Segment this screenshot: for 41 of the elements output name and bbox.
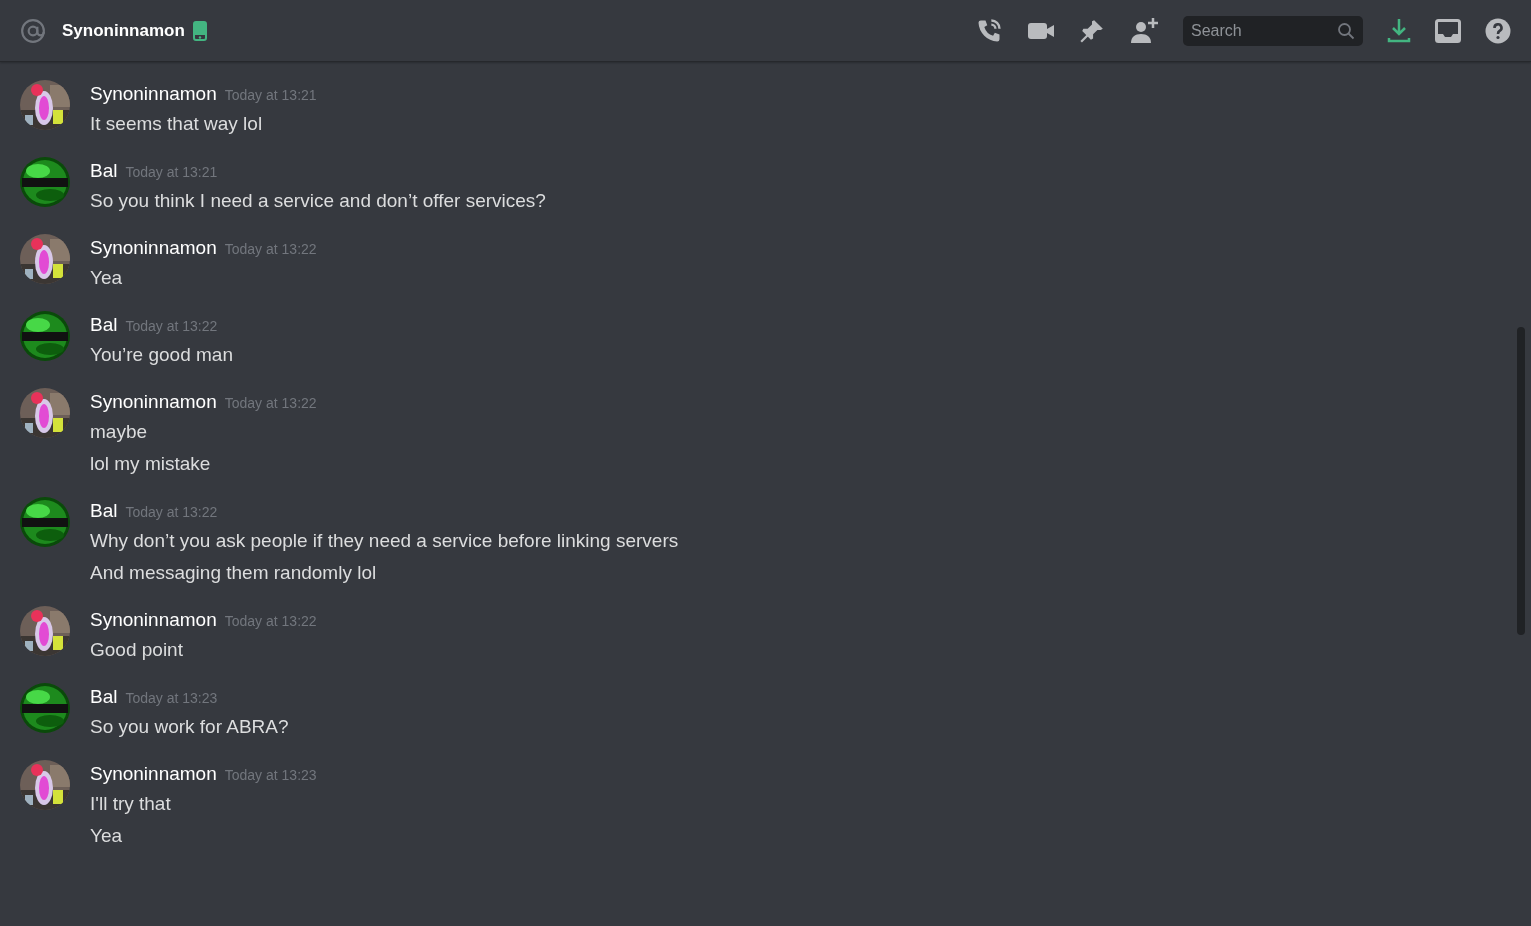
username[interactable]: Bal [90,157,118,185]
pin-button[interactable] [1079,17,1105,44]
search-icon [1337,21,1355,40]
username[interactable]: Synoninnamon [90,234,217,262]
username[interactable]: Bal [90,683,118,711]
message-text: Good point [90,638,184,662]
search-field[interactable]: Search [1183,15,1363,46]
timestamp: Today at 13:22 [224,240,317,259]
message-text: And messaging them randomly lol [90,561,378,585]
message-text: So you think I need a service and don’t offer services? [90,189,546,213]
help-button[interactable] [1485,17,1511,44]
download-button[interactable] [1387,17,1411,44]
scrollbar-thumb[interactable] [1517,327,1525,635]
message-text: Why don’t you ask people if they need a service before linking servers [90,529,679,553]
message-text: So you work for ABRA? [90,715,289,739]
username[interactable]: Synoninnamon [90,80,217,108]
timestamp: Today at 13:21 [125,163,218,182]
username[interactable]: Synoninnamon [90,606,217,634]
message-text: Yea [90,824,124,848]
inbox-button[interactable] [1435,18,1461,43]
timestamp: Today at 13:23 [224,766,317,785]
timestamp: Today at 13:22 [125,503,218,522]
at-sign-icon [20,17,46,44]
conversation-title: Synoninnamon [62,19,185,42]
add-friend-button[interactable] [1129,16,1159,45]
username[interactable]: Bal [90,497,118,525]
message-text: maybe [90,420,149,444]
timestamp: Today at 13:22 [224,612,317,631]
message-text: It seems that way lol [90,112,264,136]
timestamp: Today at 13:22 [125,317,218,336]
message-text: You’re good man [90,343,233,367]
message-text: lol my mistake [90,452,212,476]
mobile-phone-icon [192,20,207,41]
timestamp: Today at 13:21 [224,86,317,105]
timestamp: Today at 13:23 [125,689,218,708]
message-text: I'll try that [90,792,172,816]
message-text: Yea [90,266,124,290]
username[interactable]: Bal [90,311,118,339]
timestamp: Today at 13:22 [224,394,317,413]
username[interactable]: Synoninnamon [90,388,217,416]
username[interactable]: Synoninnamon [90,760,217,788]
